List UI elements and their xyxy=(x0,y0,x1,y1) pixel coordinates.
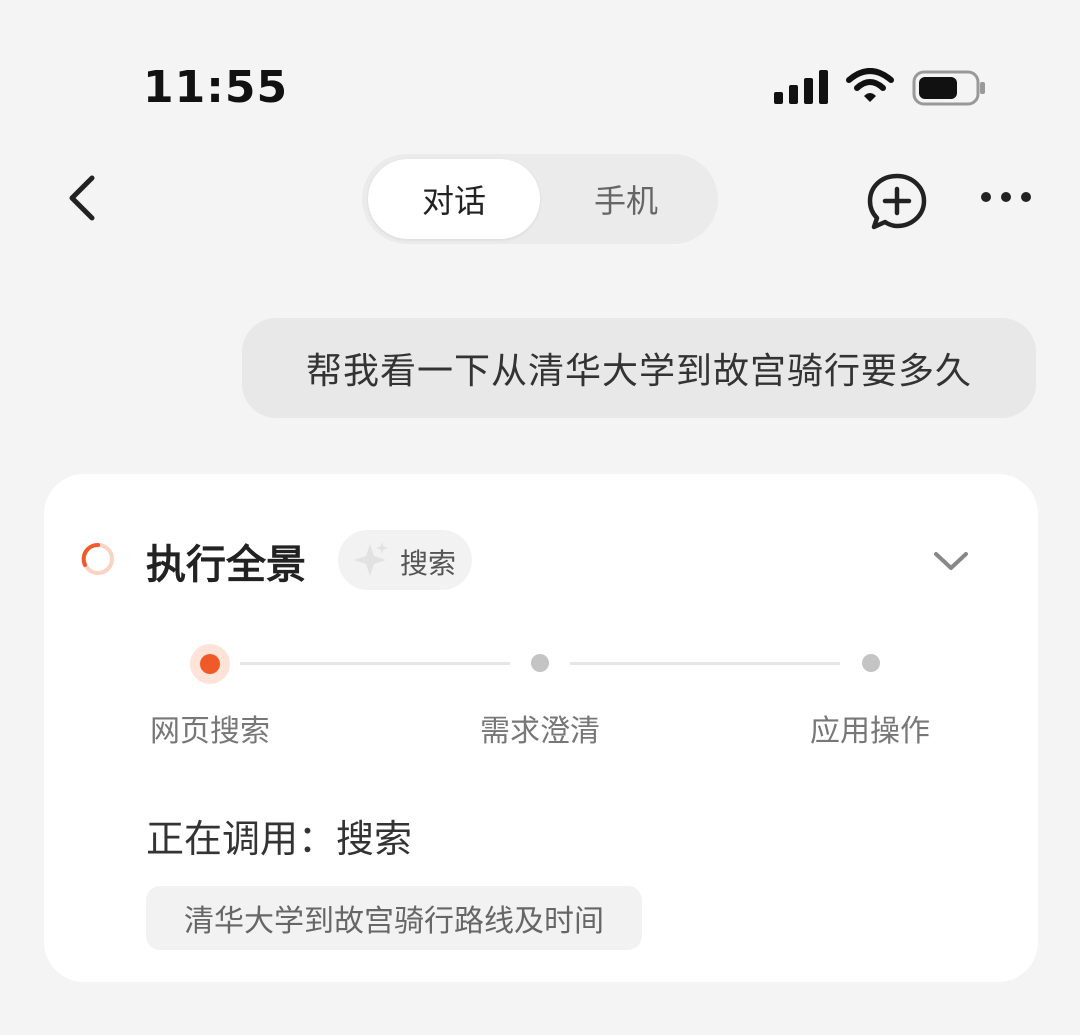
card-title: 执行全景 xyxy=(146,542,306,588)
tab-chat[interactable]: 对话 xyxy=(368,159,540,239)
step-dot-active xyxy=(200,654,220,674)
chevron-down-icon[interactable] xyxy=(932,548,970,574)
step-dot xyxy=(862,654,880,672)
tab-phone[interactable]: 手机 xyxy=(540,159,712,239)
step-dot xyxy=(531,654,549,672)
step-connector xyxy=(240,662,510,665)
search-query-tag: 清华大学到故宫骑行路线及时间 xyxy=(146,886,642,950)
battery-icon xyxy=(912,70,985,106)
calling-label: 正在调用： xyxy=(146,817,337,861)
back-icon[interactable] xyxy=(62,172,102,224)
step-label-clarify: 需求澄清 xyxy=(480,714,600,749)
step-label-app-action: 应用操作 xyxy=(810,714,930,749)
calling-tool: 搜索 xyxy=(336,817,413,861)
more-icon[interactable] xyxy=(978,186,1034,208)
chip-label: 搜索 xyxy=(400,547,457,580)
step-label-web-search: 网页搜索 xyxy=(150,714,270,749)
cellular-signal-icon xyxy=(774,70,828,104)
loading-spinner-icon xyxy=(81,542,114,575)
wifi-icon xyxy=(846,68,894,102)
mode-switch: 对话 手机 xyxy=(362,154,718,244)
search-chip: 搜索 xyxy=(338,530,472,590)
user-message-bubble: 帮我看一下从清华大学到故宫骑行要多久 xyxy=(242,318,1036,418)
new-chat-icon[interactable] xyxy=(866,172,928,230)
sparkle-icon xyxy=(354,542,388,576)
step-connector xyxy=(570,662,840,665)
calling-status: 正在调用：搜索 xyxy=(146,808,412,863)
status-time: 11:55 xyxy=(143,62,289,113)
